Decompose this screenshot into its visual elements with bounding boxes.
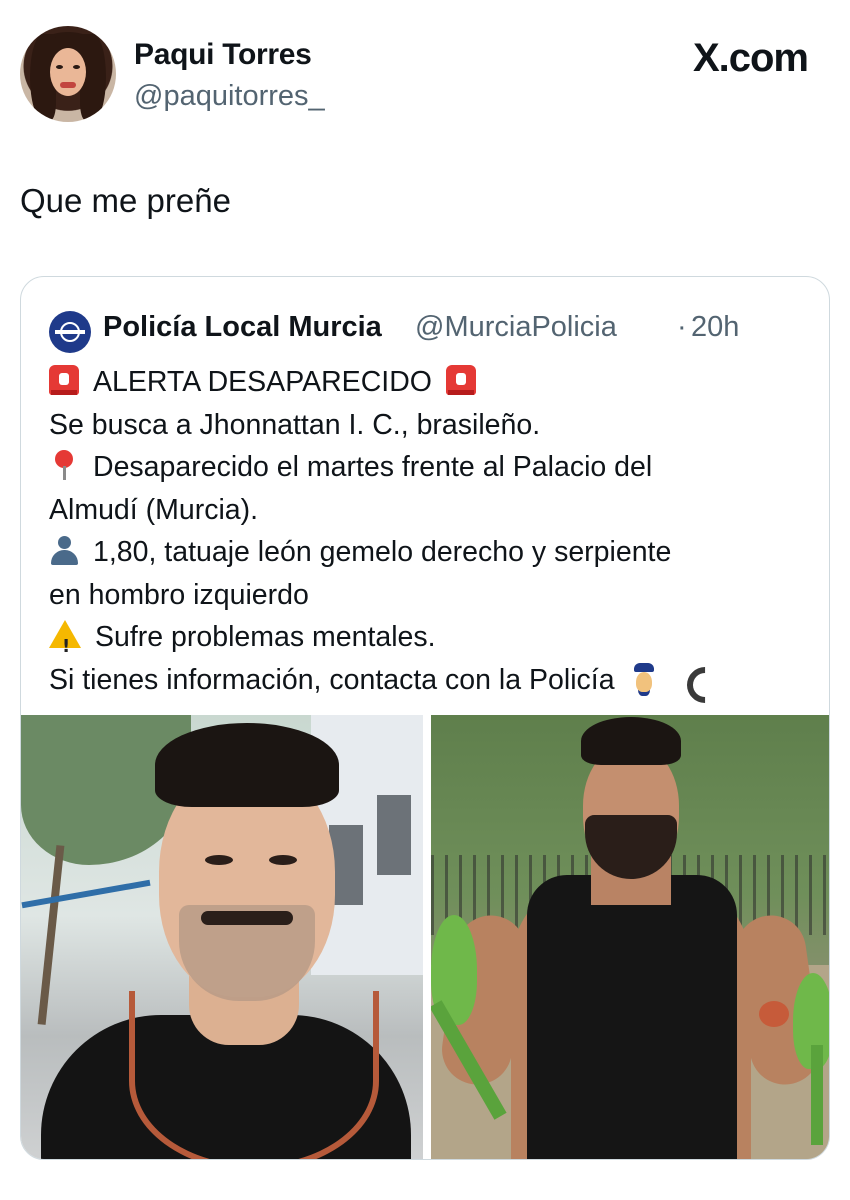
- quoted-author-name[interactable]: Policía Local Murcia: [103, 311, 382, 344]
- description-text-1: 1,80, tatuaje león gemelo derecho y serp…: [93, 536, 672, 568]
- parrot-tail-right: [811, 1045, 823, 1145]
- post-header: Paqui Torres @paquitorres_ X.com: [20, 26, 830, 126]
- tree-trunk: [37, 845, 65, 1025]
- alert-line: ALERTA DESAPARECIDO: [49, 361, 819, 404]
- missing-line: Desaparecido el martes frente al Palacio…: [49, 446, 819, 489]
- telephone-icon: [683, 663, 713, 693]
- missing-text-1: Desaparecido el martes frente al Palacio…: [93, 451, 653, 483]
- contact-text: Si tienes información, contacta con la P…: [49, 663, 615, 696]
- fruit: [759, 1001, 789, 1027]
- mustache: [201, 911, 293, 925]
- person-silhouette-icon: [49, 535, 79, 566]
- railing: [21, 879, 151, 909]
- author-name[interactable]: Paqui Torres: [134, 38, 312, 72]
- pushpin-icon: [49, 450, 79, 481]
- description-line-2: en hombro izquierdo: [49, 578, 309, 611]
- avatar-eye-left: [56, 65, 63, 69]
- quoted-post-card[interactable]: Policía Local Murcia @MurciaPolicia · 20…: [20, 276, 830, 1160]
- alert-text: ALERTA DESAPARECIDO: [93, 366, 432, 398]
- police-badge-avatar[interactable]: [49, 311, 91, 353]
- description-line: 1,80, tatuaje león gemelo derecho y serp…: [49, 531, 819, 574]
- building-window: [377, 795, 411, 875]
- missing-person-photo-park-with-parrots[interactable]: [431, 715, 829, 1159]
- quoted-post-time[interactable]: 20h: [691, 311, 739, 344]
- quoted-post-header: Policía Local Murcia @MurciaPolicia · 20…: [49, 309, 809, 353]
- x-logo: X.com: [692, 36, 809, 80]
- hair: [581, 717, 681, 765]
- photo-grid: [21, 715, 829, 1159]
- avatar-eye-right: [73, 65, 80, 69]
- health-line: Sufre problemas mentales.: [49, 616, 819, 669]
- siren-icon: [49, 365, 79, 396]
- quoted-author-handle[interactable]: @MurciaPolicia: [415, 311, 617, 344]
- search-line: Se busca a Jhonnattan I. C., brasileño.: [49, 408, 541, 441]
- police-officer-icon: [629, 662, 659, 693]
- avatar-lips: [60, 82, 76, 88]
- health-text: Sufre problemas mentales.: [95, 621, 436, 653]
- author-avatar[interactable]: [20, 26, 116, 122]
- badge-band: [55, 330, 85, 334]
- missing-person-photo-selfie[interactable]: [21, 715, 423, 1159]
- tank-top: [527, 875, 737, 1159]
- siren-icon: [445, 365, 476, 396]
- separator-dot: ·: [677, 311, 687, 343]
- contact-line: Si tienes información, contacta con la P…: [49, 659, 819, 702]
- author-handle[interactable]: @paquitorres_: [134, 80, 325, 113]
- missing-line-2: Almudí (Murcia).: [49, 493, 259, 526]
- warning-icon: [49, 620, 81, 669]
- necklace: [129, 991, 379, 1159]
- eye-right: [269, 855, 297, 865]
- avatar-face: [50, 48, 86, 96]
- eye-left: [205, 855, 233, 865]
- quoted-post-text: ALERTA DESAPARECIDO Se busca a Jhonnatta…: [49, 361, 819, 701]
- post-text: Que me preñe: [20, 182, 231, 219]
- hair: [155, 723, 339, 807]
